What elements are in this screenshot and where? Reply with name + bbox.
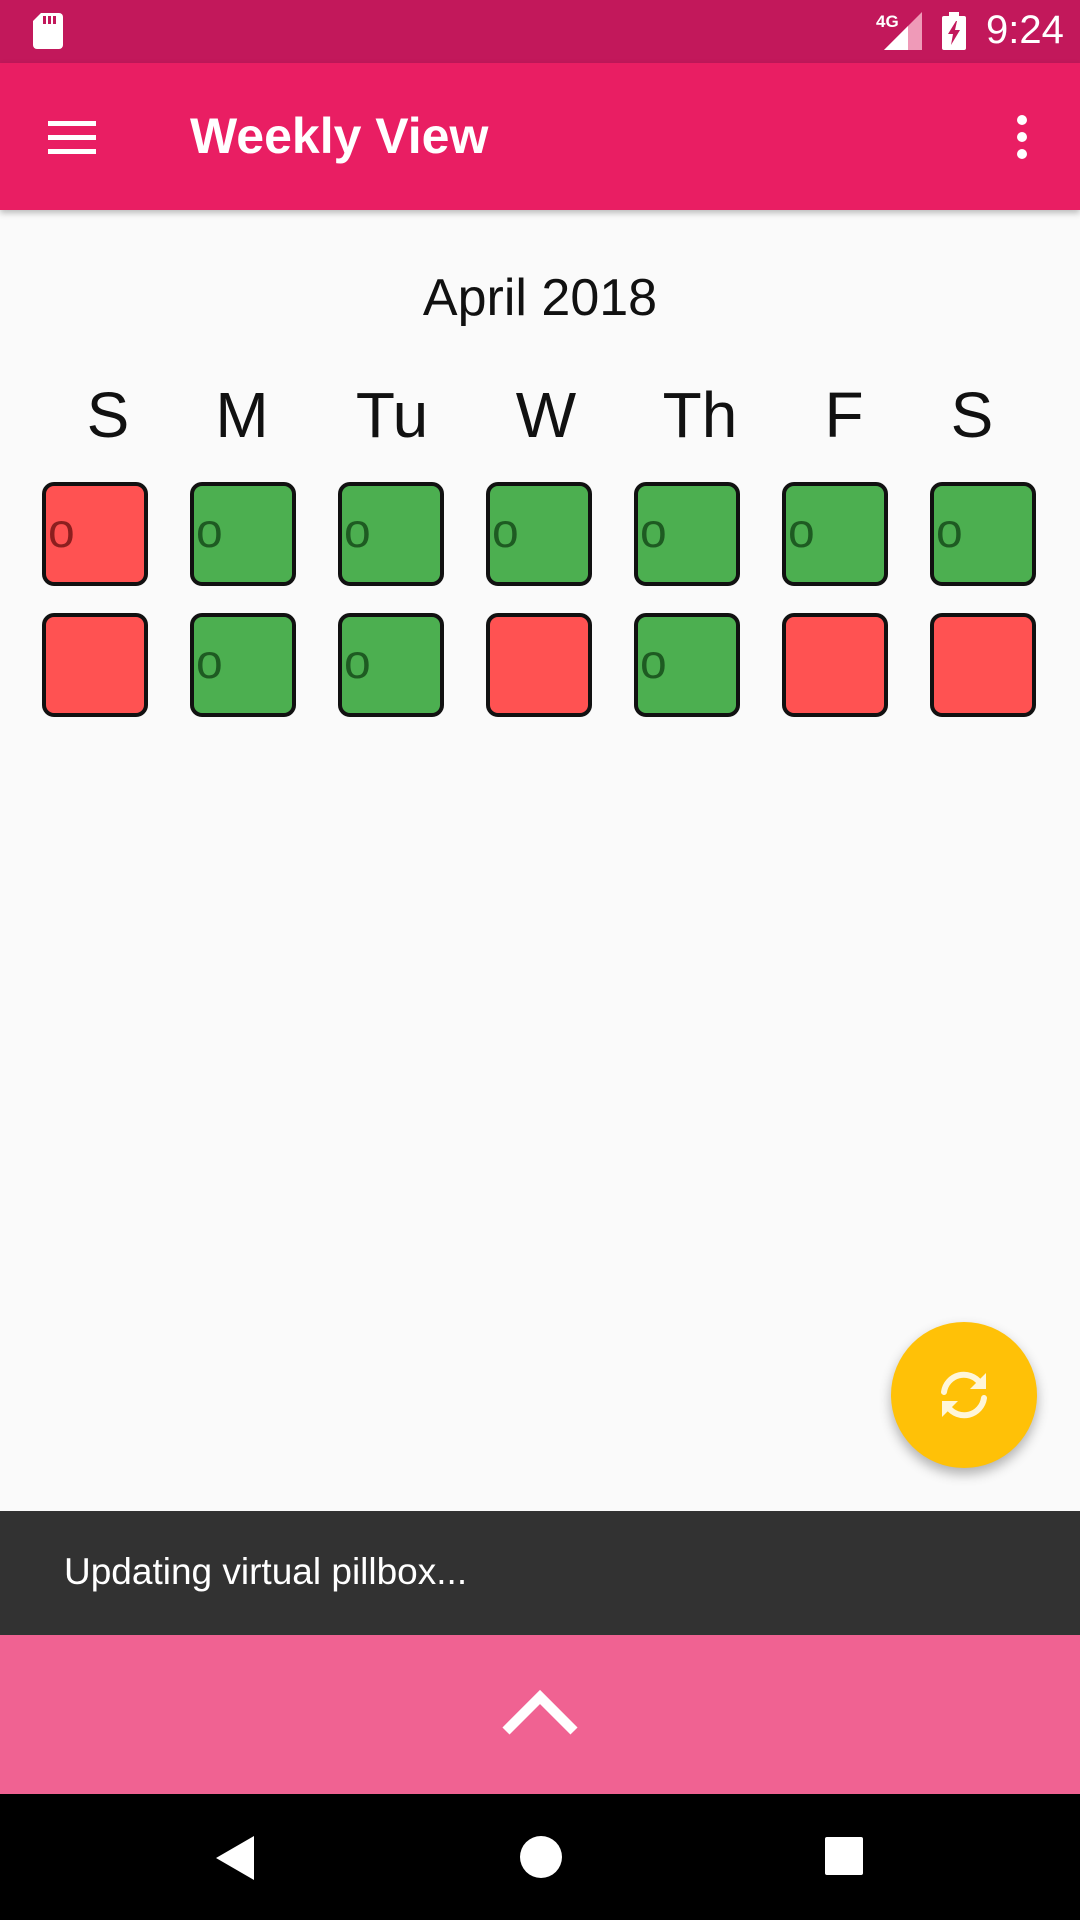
- battery-charging-icon: [942, 12, 966, 50]
- dose-mark: o: [640, 505, 667, 558]
- day-cell[interactable]: o: [486, 482, 592, 586]
- app-bar: Weekly View: [0, 63, 1080, 210]
- day-cell[interactable]: o: [782, 482, 888, 586]
- system-nav-bar: [0, 1794, 1080, 1920]
- day-label-sat: S: [950, 379, 994, 451]
- day-cell[interactable]: o: [190, 613, 296, 717]
- day-label-tue: Tu: [355, 379, 429, 451]
- day-label-wed: W: [515, 379, 577, 451]
- day-label-mon: M: [215, 379, 269, 451]
- day-cell[interactable]: o: [634, 482, 740, 586]
- dose-mark: o: [492, 505, 519, 558]
- month-title: April 2018: [422, 269, 658, 327]
- day-cell[interactable]: [930, 613, 1036, 717]
- day-cell[interactable]: o: [634, 613, 740, 717]
- dose-mark: o: [196, 505, 223, 558]
- page-title: Weekly View: [190, 108, 489, 164]
- refresh-icon: [941, 1371, 987, 1419]
- status-bar: 4G 9:24: [0, 0, 1080, 63]
- day-label-sun: S: [86, 379, 130, 451]
- status-time: 9:24: [986, 8, 1064, 52]
- dose-mark: o: [936, 505, 963, 558]
- snackbar-message: Updating virtual pillbox...: [64, 1551, 468, 1592]
- more-vert-icon[interactable]: [1002, 113, 1042, 161]
- day-cell[interactable]: o: [338, 482, 444, 586]
- day-label-thu: Th: [662, 379, 738, 451]
- refresh-button[interactable]: [891, 1322, 1037, 1468]
- dose-mark: o: [788, 505, 815, 558]
- snackbar: Updating virtual pillbox...: [0, 1511, 1080, 1635]
- dose-mark: o: [48, 505, 75, 558]
- day-cell[interactable]: [42, 613, 148, 717]
- recents-icon[interactable]: [824, 1836, 864, 1876]
- signal-icon: [884, 12, 922, 50]
- day-cell[interactable]: [486, 613, 592, 717]
- home-icon[interactable]: [518, 1834, 564, 1880]
- day-cell[interactable]: o: [338, 613, 444, 717]
- day-cell[interactable]: [782, 613, 888, 717]
- dose-mark: o: [640, 636, 667, 689]
- sd-card-icon: [33, 13, 63, 49]
- chevron-up-icon: [502, 1689, 578, 1735]
- day-cell[interactable]: o: [930, 482, 1036, 586]
- dose-mark: o: [344, 636, 371, 689]
- day-cell[interactable]: o: [42, 482, 148, 586]
- dose-mark: o: [344, 505, 371, 558]
- menu-icon[interactable]: [44, 115, 100, 159]
- back-icon[interactable]: [212, 1834, 258, 1882]
- day-cell[interactable]: o: [190, 482, 296, 586]
- dose-mark: o: [196, 636, 223, 689]
- expand-panel-button[interactable]: [0, 1635, 1080, 1794]
- day-label-fri: F: [824, 379, 864, 451]
